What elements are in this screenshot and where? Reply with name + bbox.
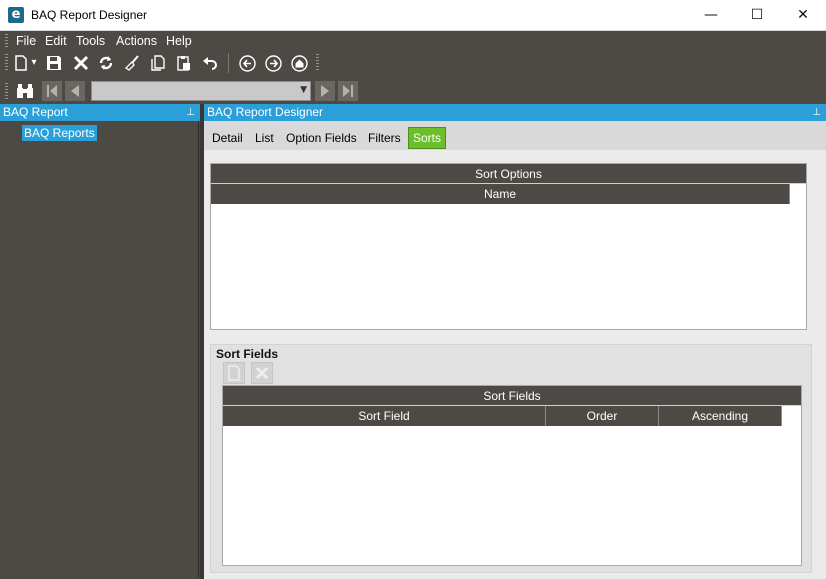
save-icon[interactable] [43,53,65,73]
menu-grip[interactable] [5,34,8,49]
pin-icon[interactable]: ⊥ [186,104,195,121]
new-dropdown-icon[interactable]: ▾ [28,53,40,73]
menu-help[interactable]: Help [166,34,192,48]
tree-item-baq-reports[interactable]: BAQ Reports [22,125,97,141]
paste-icon[interactable] [173,53,195,73]
toolbar-separator [228,53,229,73]
search-binoculars-icon[interactable] [13,81,35,101]
sorts-tab-content: Sort Options Name Sort Fields Sort Field… [204,150,826,579]
clear-icon[interactable] [121,53,143,73]
column-header-sort-field[interactable]: Sort Field [223,406,546,426]
title-bar: e BAQ Report Designer — ☐ ✕ [0,0,826,31]
left-panel-title: BAQ Report [3,105,68,119]
menu-actions[interactable]: Actions [116,34,157,48]
tab-strip: Detail List Option Fields Filters Sorts [204,121,826,150]
undo-icon[interactable] [199,53,221,73]
right-panel-header: BAQ Report Designer ⊥ [204,104,826,121]
minimize-button[interactable]: — [688,0,734,31]
delete-icon[interactable] [70,53,92,73]
navbar-grip[interactable] [5,83,8,101]
next-record-icon[interactable] [315,81,335,101]
back-icon[interactable] [236,53,258,73]
column-header-name[interactable]: Name [211,184,790,204]
tab-detail[interactable]: Detail [208,127,247,149]
menu-file[interactable]: File [16,34,36,48]
column-header-order[interactable]: Order [546,406,659,426]
window-title: BAQ Report Designer [31,8,148,22]
sort-options-grid[interactable]: Sort Options Name [210,163,807,330]
forward-icon[interactable] [262,53,284,73]
tab-sorts[interactable]: Sorts [408,127,447,149]
sort-fields-grid[interactable]: Sort Fields Sort Field Order Ascending [222,385,802,566]
column-header-ascending[interactable]: Ascending [659,406,782,426]
copy-icon[interactable] [147,53,169,73]
toolbar-grip[interactable] [5,54,8,72]
app-chrome: File Edit Tools Actions Help ▾ ▼ [0,31,826,104]
maximize-button[interactable]: ☐ [734,0,780,31]
right-panel-title: BAQ Report Designer [207,105,324,119]
tree-view: BAQ Reports [1,121,199,578]
right-panel: BAQ Report Designer ⊥ Detail List Option… [204,104,826,579]
sort-fields-title: Sort Fields [216,347,279,361]
left-panel-header: BAQ Report ⊥ [0,104,200,121]
menu-bar: File Edit Tools Actions Help [0,31,826,51]
left-panel: BAQ Report ⊥ BAQ Reports [0,104,202,579]
first-record-icon[interactable] [42,81,62,101]
record-selector[interactable]: ▼ [91,81,311,101]
app-logo-icon: e [8,7,24,23]
tab-filters[interactable]: Filters [364,127,405,149]
delete-sort-field-button[interactable] [251,362,273,384]
toolbar-end-grip [316,54,319,72]
pin-icon[interactable]: ⊥ [812,104,821,121]
tab-list[interactable]: List [251,127,278,149]
tab-option-fields[interactable]: Option Fields [282,127,361,149]
sort-fields-caption: Sort Fields [223,386,801,406]
last-record-icon[interactable] [338,81,358,101]
home-icon[interactable] [288,53,310,73]
menu-tools[interactable]: Tools [76,34,105,48]
previous-record-icon[interactable] [65,81,85,101]
chevron-down-icon[interactable]: ▼ [300,85,307,95]
close-button[interactable]: ✕ [780,0,826,31]
new-sort-field-button[interactable] [223,362,245,384]
sort-options-caption: Sort Options [211,164,806,184]
menu-edit[interactable]: Edit [45,34,67,48]
sort-fields-group: Sort Fields Sort Fields Sort Field Order… [210,344,812,573]
refresh-icon[interactable] [95,53,117,73]
